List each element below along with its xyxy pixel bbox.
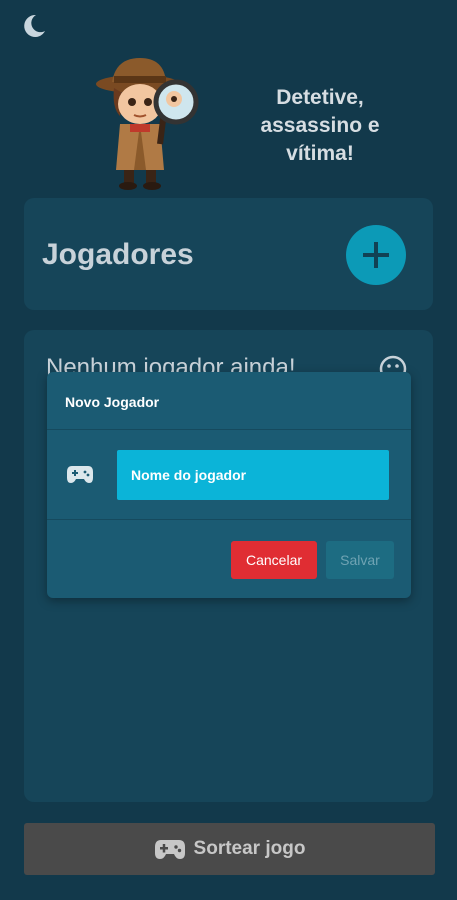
gamepad-icon [66, 464, 94, 484]
new-player-dialog: Novo Jogador Cancelar Salvar [47, 372, 411, 598]
dialog-divider [47, 519, 411, 520]
app-title: Detetive, assassino e vítima! [260, 86, 380, 165]
dialog-title: Novo Jogador [65, 394, 160, 410]
moon-icon[interactable] [19, 12, 47, 40]
player-name-input[interactable] [117, 450, 389, 500]
draw-game-label: Sortear jogo [193, 838, 306, 859]
players-header-card: Jogadores [24, 198, 433, 310]
detective-illustration [90, 52, 210, 192]
add-player-button[interactable] [346, 225, 406, 285]
cancel-button[interactable]: Cancelar [231, 541, 317, 579]
gamepad-icon [154, 840, 185, 859]
draw-game-button[interactable]: Sortear jogo [24, 823, 435, 875]
save-button[interactable]: Salvar [326, 541, 394, 579]
plus-icon [363, 242, 389, 268]
dialog-divider [47, 429, 411, 430]
players-title: Jogadores [42, 238, 194, 271]
